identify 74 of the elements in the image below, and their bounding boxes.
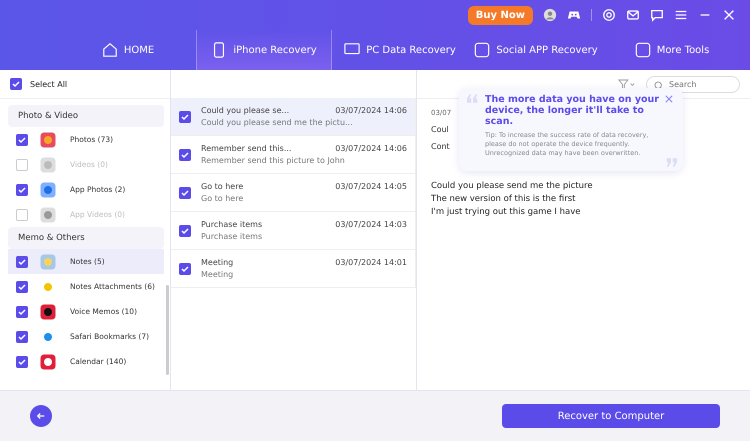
note-row[interactable]: Go to here 03/07/2024 14:05 Go to here xyxy=(171,174,416,212)
group-header: Photo & Video xyxy=(8,105,164,127)
checkmark-icon xyxy=(17,282,27,292)
checkmark-icon xyxy=(17,256,27,266)
note-preview: Meeting xyxy=(201,270,234,279)
note-text-line: I'm just trying out this game I have xyxy=(431,207,582,217)
recover-button[interactable]: Recover to Computer xyxy=(502,404,720,428)
note-preview: Go to here xyxy=(201,194,244,203)
nav-tab[interactable]: Social APP Recovery xyxy=(468,30,604,70)
chat-icon[interactable] xyxy=(650,8,664,22)
quote-icon xyxy=(665,158,677,168)
note-checkbox[interactable] xyxy=(179,224,191,236)
checkmark-icon xyxy=(17,184,27,194)
note-preview: Remember send this picture to John xyxy=(201,156,346,165)
category-checkbox[interactable] xyxy=(16,330,28,342)
note-date: 03/07/2024 14:05 xyxy=(335,182,407,191)
note-row[interactable]: Remember send this... 03/07/2024 14:06 Remember send this picture to John xyxy=(171,136,416,174)
checkmark-icon xyxy=(180,226,190,236)
menu-icon[interactable] xyxy=(674,8,688,22)
note-text-line: The new version of this is the first xyxy=(431,194,576,204)
checkmark-icon xyxy=(11,79,21,89)
filter-icon[interactable] xyxy=(618,78,636,90)
category-checkbox[interactable] xyxy=(16,134,28,146)
note-checkbox[interactable] xyxy=(179,110,191,122)
category-checkbox[interactable] xyxy=(16,256,28,268)
tip-headline: The more data you have on your device, the longer it'll take to scan. xyxy=(485,94,660,127)
back-button[interactable] xyxy=(30,405,52,427)
note-title: Purchase items xyxy=(201,220,262,229)
checkmark-icon xyxy=(17,356,27,366)
select-all-checkbox[interactable] xyxy=(10,78,22,90)
checkmark-icon xyxy=(180,150,190,160)
note-checkbox[interactable] xyxy=(179,148,191,160)
note-date: 03/07/2024 14:01 xyxy=(335,258,407,267)
mail-icon[interactable] xyxy=(626,8,640,22)
note-checkbox[interactable] xyxy=(179,186,191,198)
close-icon[interactable] xyxy=(665,95,673,103)
category-checkbox[interactable] xyxy=(16,356,28,368)
nav-tab[interactable]: iPhone Recovery xyxy=(196,30,332,70)
select-all-label: Select All xyxy=(30,80,68,88)
checkmark-icon xyxy=(17,332,27,342)
target-icon[interactable] xyxy=(602,8,616,22)
note-title: Remember send this... xyxy=(201,144,292,153)
note-row[interactable]: Could you please se... 03/07/2024 14:06 Could you please send me the pictu... xyxy=(171,98,416,136)
nav-tab[interactable]: More Tools xyxy=(604,30,740,70)
quote-icon xyxy=(467,94,479,103)
category-checkbox[interactable] xyxy=(16,306,28,318)
detail-title: Coul xyxy=(431,125,449,134)
category-checkbox[interactable] xyxy=(16,184,28,196)
group-header: Memo & Others xyxy=(8,227,164,249)
checkmark-icon xyxy=(17,306,27,316)
note-date: 03/07/2024 14:06 xyxy=(335,144,407,153)
note-preview: Could you please send me the pictu... xyxy=(201,118,354,127)
avatar-icon[interactable] xyxy=(543,8,557,22)
nav-tab[interactable]: HOME xyxy=(60,30,196,70)
note-preview: Purchase items xyxy=(201,232,264,241)
note-title: Meeting xyxy=(201,258,234,267)
checkmark-icon xyxy=(17,134,27,144)
checkmark-icon xyxy=(180,112,190,122)
note-title: Could you please se... xyxy=(201,106,290,115)
search-field[interactable]: Search xyxy=(646,76,740,92)
home-icon xyxy=(102,42,118,58)
note-title: Go to here xyxy=(201,182,244,191)
note-checkbox[interactable] xyxy=(179,262,191,274)
checkmark-icon xyxy=(180,188,190,198)
note-date: 03/07/2024 14:06 xyxy=(335,106,407,115)
checkmark-icon xyxy=(180,264,190,274)
note-date: 03/07/2024 14:03 xyxy=(335,220,407,229)
nav-tab[interactable]: PC Data Recovery xyxy=(332,30,468,70)
note-row[interactable]: Meeting 03/07/2024 14:01 Meeting xyxy=(171,250,416,288)
arrow-left-icon xyxy=(36,411,46,421)
note-row[interactable]: Purchase items 03/07/2024 14:03 Purchase items xyxy=(171,212,416,250)
detail-label: Cont xyxy=(431,142,450,151)
note-text-line: Could you please send me the picture xyxy=(431,181,593,191)
category-checkbox[interactable] xyxy=(16,280,28,292)
